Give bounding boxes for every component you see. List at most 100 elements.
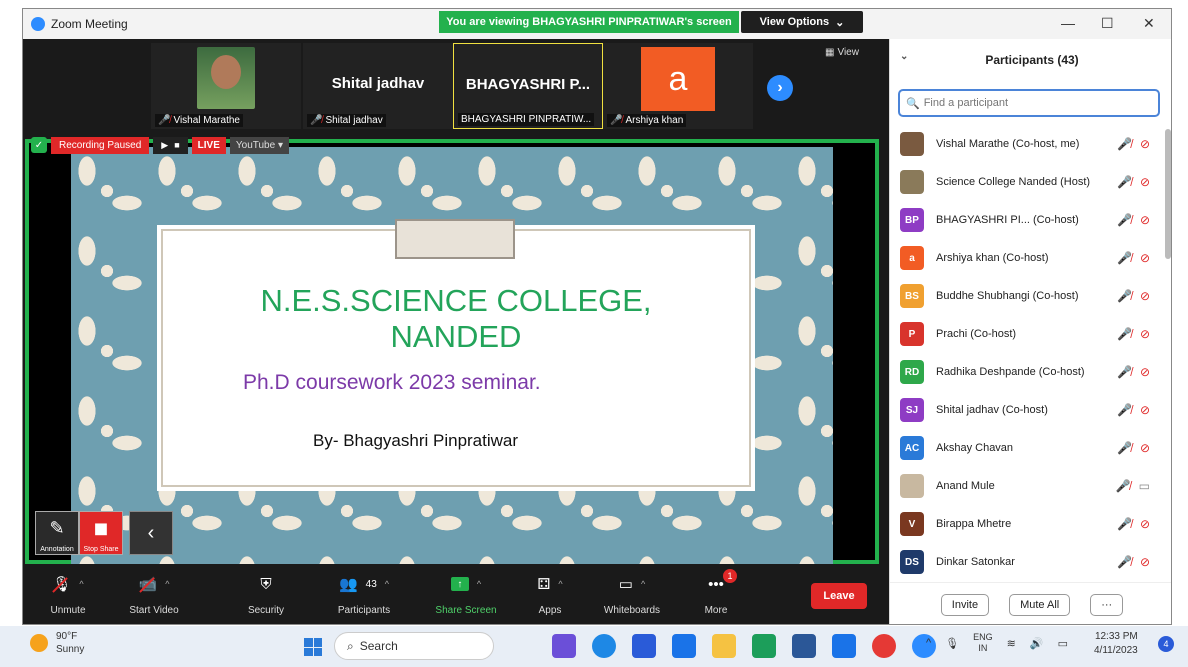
mic-muted-icon[interactable]: 🎤̸ — [1117, 327, 1132, 341]
caret-up-icon[interactable]: ^ — [558, 579, 562, 589]
invite-button[interactable]: Invite — [940, 593, 990, 616]
mic-muted-icon[interactable]: 🎤̸ — [1117, 137, 1132, 151]
video-off-icon[interactable]: ⊘ — [1140, 137, 1150, 151]
wifi-icon[interactable]: ≋ — [1007, 637, 1016, 650]
participant-row[interactable]: RD Radhika Deshpande (Co-host) 🎤̸ ⊘ — [890, 353, 1160, 391]
recording-paused-badge[interactable]: Recording Paused — [51, 136, 150, 154]
app-l-icon[interactable] — [752, 634, 776, 658]
search-input[interactable] — [923, 97, 1144, 109]
chevron-down-icon[interactable]: ⌄ — [900, 51, 908, 62]
caret-up-icon[interactable]: ^ — [477, 579, 481, 589]
participant-row[interactable]: Anand Mule 🎤̸ ▭ — [890, 467, 1160, 505]
mic-muted-icon[interactable]: 🎤̸ — [1117, 251, 1132, 265]
mic-muted-icon[interactable]: 🎤̸ — [1117, 213, 1132, 227]
chrome-icon[interactable] — [872, 634, 896, 658]
video-off-icon[interactable]: ⊘ — [1140, 517, 1150, 531]
participants-button[interactable]: 👥 43 ^ Participants — [319, 573, 409, 616]
share-screen-button[interactable]: ↑ ^ Share Screen — [421, 573, 511, 616]
maximize-icon[interactable]: ☐ — [1101, 15, 1114, 32]
weather-widget[interactable]: 90°F Sunny — [30, 630, 84, 656]
participant-row[interactable]: Science College Nanded (Host) 🎤̸ ⊘ — [890, 163, 1160, 201]
start-video-button[interactable]: 📹 ^ Start Video — [109, 573, 199, 616]
mic-muted-icon[interactable]: 🎤̸ — [1117, 555, 1132, 569]
participant-row[interactable]: V Birappa Mhetre 🎤̸ ⊘ — [890, 505, 1160, 543]
view-options-button[interactable]: View Options ⌄ — [741, 11, 863, 33]
video-tile-arshiya[interactable]: a 🎤̸ Arshiya khan — [603, 43, 753, 129]
participant-row[interactable]: P Prachi (Co-host) 🎤̸ ⊘ — [890, 315, 1160, 353]
leave-button[interactable]: Leave — [811, 583, 867, 609]
microphone-icon[interactable]: 🎙 — [945, 637, 959, 650]
video-tile-bhagyashri[interactable]: BHAGYASHRI P... BHAGYASHRI PINPRATIW... — [453, 43, 603, 129]
video-off-icon[interactable]: ⊘ — [1140, 175, 1150, 189]
participant-row[interactable]: a Arshiya khan (Co-host) 🎤̸ ⊘ — [890, 239, 1160, 277]
video-off-icon[interactable]: ⊘ — [1140, 555, 1150, 569]
video-off-icon[interactable]: ⊘ — [1140, 327, 1150, 341]
participant-row[interactable]: DS Dinkar Satonkar 🎤̸ ⊘ — [890, 543, 1160, 581]
live-badge[interactable]: LIVE — [191, 136, 226, 154]
mail-icon[interactable] — [672, 634, 696, 658]
mic-muted-icon[interactable]: 🎤̸ — [1117, 517, 1132, 531]
security-button[interactable]: ⛨ Security — [221, 573, 311, 617]
minimize-icon[interactable]: — — [1061, 15, 1075, 31]
video-tile-shital[interactable]: Shital jadhav 🎤̸ Shital jadhav — [303, 43, 453, 129]
store-icon[interactable] — [632, 634, 656, 658]
participant-row[interactable]: BS Buddhe Shubhangi (Co-host) 🎤̸ ⊘ — [890, 277, 1160, 315]
caret-up-icon[interactable]: ^ — [165, 579, 169, 589]
caret-up-icon[interactable]: ^ — [385, 579, 389, 589]
volume-icon[interactable]: 🔊 — [1030, 637, 1044, 650]
chevron-up-icon[interactable]: ^ — [926, 637, 931, 649]
close-icon[interactable]: ✕ — [1143, 15, 1155, 32]
panel-title: Participants (43) — [985, 53, 1079, 67]
app-monitor-icon[interactable] — [832, 634, 856, 658]
video-off-icon[interactable]: ⊘ — [1140, 213, 1150, 227]
participant-name: Radhika Deshpande (Co-host) — [936, 366, 1085, 378]
participant-row[interactable]: SJ Shital jadhav (Co-host) 🎤̸ ⊘ — [890, 391, 1160, 429]
mic-muted-icon[interactable]: 🎤̸ — [1117, 441, 1132, 455]
video-off-icon[interactable]: ⊘ — [1140, 289, 1150, 303]
more-button[interactable]: ••• 1 More — [671, 569, 761, 616]
stop-share-button[interactable]: ◼ Stop Share — [79, 511, 123, 555]
apps-button[interactable]: ⚃ ^ Apps — [505, 573, 595, 616]
video-off-icon[interactable]: ⊘ — [1140, 441, 1150, 455]
meet-app-icon[interactable] — [552, 634, 576, 658]
play-icon[interactable]: ▶ — [161, 140, 168, 151]
file-explorer-icon[interactable] — [712, 634, 736, 658]
mic-muted-icon[interactable]: 🎤̸ — [1117, 403, 1132, 417]
windows-start-icon[interactable] — [304, 638, 322, 656]
recording-controls[interactable]: ▶ ■ — [153, 136, 188, 154]
mic-muted-icon[interactable]: 🎤̸ — [1117, 365, 1132, 379]
video-off-icon[interactable]: ⊘ — [1140, 403, 1150, 417]
more-options-button[interactable]: ··· — [1090, 593, 1124, 616]
whiteboards-button[interactable]: ▭ ^ Whiteboards — [587, 573, 677, 616]
video-tile-vishal[interactable]: 🎤̸ Vishal Marathe — [151, 43, 301, 129]
mute-all-button[interactable]: Mute All — [1009, 593, 1071, 616]
stop-icon[interactable]: ■ — [174, 140, 179, 151]
edge-icon[interactable] — [592, 634, 616, 658]
stream-dropdown[interactable]: YouTube ▾ — [229, 136, 289, 154]
battery-icon[interactable]: ▭ — [1058, 637, 1068, 650]
mic-muted-icon[interactable]: 🎤̸ — [1117, 289, 1132, 303]
notification-badge[interactable]: 4 — [1158, 636, 1174, 652]
language-indicator[interactable]: ENG IN — [973, 632, 993, 654]
unmute-button[interactable]: 🎙 ^ Unmute — [23, 573, 113, 616]
view-button[interactable]: ▦ View — [825, 47, 859, 58]
participant-search[interactable]: 🔍 — [898, 89, 1160, 117]
mic-muted-icon[interactable]: 🎤̸ — [1116, 479, 1131, 493]
word-icon[interactable] — [792, 634, 816, 658]
video-off-icon[interactable]: ⊘ — [1140, 251, 1150, 265]
video-off-icon[interactable]: ⊘ — [1140, 365, 1150, 379]
caret-up-icon[interactable]: ^ — [79, 579, 83, 589]
mic-muted-icon[interactable]: 🎤̸ — [1117, 175, 1132, 189]
document-ruler — [8, 150, 22, 620]
scrollbar[interactable] — [1165, 129, 1171, 259]
annotation-button[interactable]: ✎ Annotation — [35, 511, 79, 555]
participant-row[interactable]: BP BHAGYASHRI PI... (Co-host) 🎤̸ ⊘ — [890, 201, 1160, 239]
clock[interactable]: 12:33 PM 4/11/2023 — [1094, 630, 1138, 658]
caret-up-icon[interactable]: ^ — [641, 579, 645, 589]
participant-row[interactable]: Vishal Marathe (Co-host, me) 🎤̸ ⊘ — [890, 125, 1160, 163]
participant-row[interactable]: AC Akshay Chavan 🎤̸ ⊘ — [890, 429, 1160, 467]
collapse-icon[interactable]: ‹ — [129, 511, 173, 555]
next-page-icon[interactable]: › — [767, 75, 793, 101]
video-on-icon[interactable]: ▭ — [1139, 479, 1150, 493]
taskbar-search[interactable]: ⌕ Search — [334, 632, 494, 660]
